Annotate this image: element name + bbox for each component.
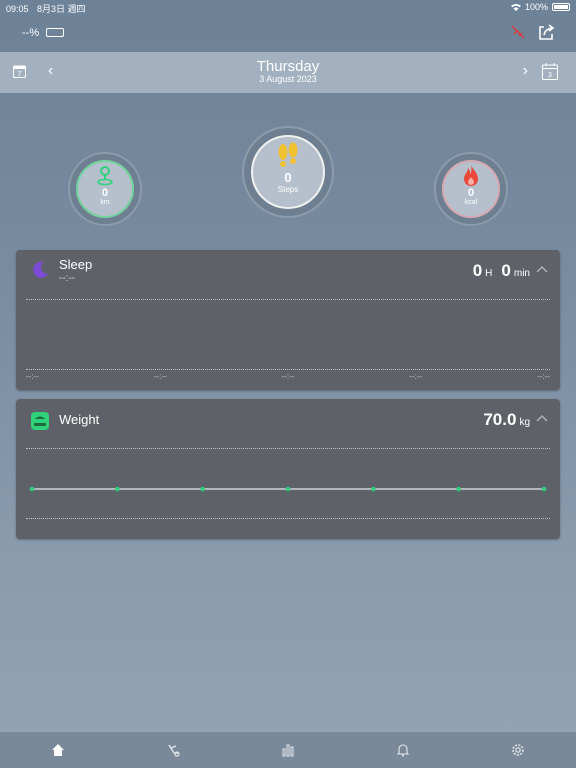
calendar-right-day: 3	[548, 72, 552, 79]
next-day-button[interactable]: ›	[523, 62, 528, 80]
sleep-minutes-unit: min	[513, 268, 530, 279]
bottom-tab-bar	[0, 732, 576, 768]
sleep-card[interactable]: Sleep --:-- 0H 0 min --:-- --:-- --:-- --…	[16, 250, 560, 390]
footprints-icon	[278, 142, 298, 167]
tab-home[interactable]	[48, 740, 68, 760]
bell-icon	[396, 744, 410, 757]
weight-point	[285, 486, 291, 492]
today-calendar-icon[interactable]: 3	[542, 62, 558, 80]
tab-stats[interactable]	[278, 740, 298, 760]
distance-unit: km	[100, 199, 110, 206]
sleep-tick: --:--	[26, 372, 39, 381]
clock-time: 09:05	[6, 4, 29, 14]
date-navigation: 7 ‹ Thursday 3 August 2023 › 3	[0, 52, 576, 93]
weight-trend-line	[29, 486, 547, 492]
chevron-up-icon[interactable]	[536, 413, 548, 423]
steps-ring[interactable]: 0 Steps	[244, 128, 332, 216]
home-icon	[51, 744, 64, 756]
weight-label: Weight	[59, 412, 100, 427]
weight-chart-bottom-line	[26, 518, 550, 519]
sleep-tick: --:--	[153, 372, 167, 381]
tab-settings[interactable]	[508, 740, 528, 760]
weight-point	[541, 486, 547, 492]
flame-icon	[464, 165, 478, 186]
sleep-tick: --:--	[281, 372, 295, 381]
weight-card[interactable]: Weight 70.0 kg	[16, 399, 560, 539]
sleep-hours: 0	[472, 261, 483, 280]
distance-value: 0	[101, 187, 109, 199]
weight-reading: 70.0 kg	[483, 410, 530, 430]
sleep-time: --:--	[59, 273, 76, 284]
sleep-duration: 0H 0 min	[473, 261, 530, 281]
calories-ring[interactable]: 0 kcal	[436, 154, 506, 224]
system-status-bar: 09:05 8月3日 週四 100%	[0, 0, 576, 14]
chevron-up-icon[interactable]	[536, 264, 548, 274]
device-battery-text: --%	[22, 27, 40, 39]
stats-icon	[282, 744, 294, 757]
weight-point	[115, 486, 120, 492]
battery-icon	[552, 3, 570, 11]
location-pin-icon	[97, 166, 113, 186]
scale-icon	[31, 412, 49, 430]
calories-value: 0	[467, 187, 475, 199]
wifi-icon	[510, 4, 521, 11]
weight-point	[456, 486, 461, 492]
tab-notifications[interactable]	[393, 740, 413, 760]
tab-activity[interactable]	[163, 740, 183, 760]
device-bar: --%	[0, 14, 576, 52]
sleep-chart-bottom-line	[26, 369, 550, 370]
battery-percent: 100%	[524, 2, 548, 12]
disconnected-icon[interactable]	[510, 24, 526, 40]
sleep-tick: --:--	[409, 372, 423, 381]
calories-unit: kcal	[464, 199, 478, 206]
weight-value: 70.0	[483, 410, 517, 429]
date-subtitle: 3 August 2023	[259, 74, 317, 84]
weight-point	[200, 486, 205, 492]
steps-value: 0	[284, 170, 292, 185]
sleep-chart-top-line	[26, 299, 550, 300]
sleep-tick: --:--	[537, 372, 550, 381]
sleep-minutes: 0	[501, 261, 511, 280]
sleep-label: Sleep	[59, 257, 93, 272]
weight-point	[371, 486, 376, 492]
weight-unit: kg	[519, 417, 530, 428]
activity-icon	[168, 744, 180, 757]
settings-icon	[512, 744, 525, 756]
weight-point	[29, 486, 35, 492]
sleep-hours-unit: H	[485, 268, 493, 279]
share-icon[interactable]	[536, 22, 556, 42]
device-battery-icon	[46, 28, 64, 37]
steps-unit: Steps	[277, 185, 299, 194]
weight-chart-top-line	[26, 448, 550, 449]
moon-icon	[33, 261, 48, 278]
distance-ring[interactable]: 0 km	[70, 154, 140, 224]
status-date: 8月3日 週四	[37, 4, 86, 14]
sleep-chart-ticks: --:-- --:-- --:-- --:-- --:--	[26, 372, 550, 381]
day-title: Thursday	[256, 58, 320, 75]
